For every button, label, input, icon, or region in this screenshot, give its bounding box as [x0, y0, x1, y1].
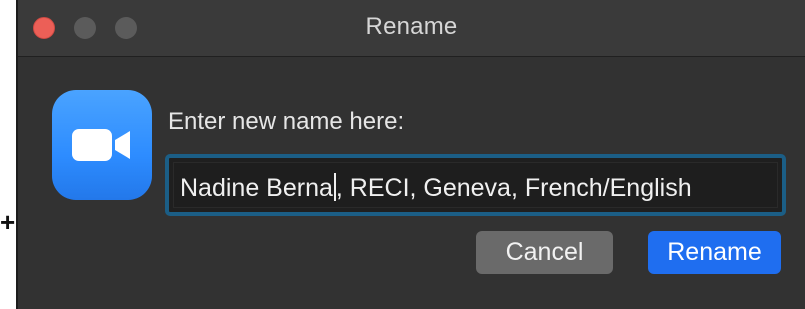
name-input-text-after-caret: , RECI, Geneva, French/English: [335, 174, 692, 202]
rename-button[interactable]: Rename: [648, 231, 781, 274]
crosshair-cursor-icon: +: [0, 207, 16, 237]
title-bar[interactable]: Rename: [18, 0, 805, 57]
cancel-button[interactable]: Cancel: [476, 231, 613, 274]
name-input-field[interactable]: Nadine Berna, RECI, Geneva, French/Engli…: [173, 162, 778, 208]
video-camera-icon: [72, 129, 130, 161]
rename-prompt-label: Enter new name here:: [168, 108, 405, 135]
name-input-text-before-caret: Nadine Berna: [180, 174, 333, 202]
rename-dialog: Rename Enter new name here: Nadine Berna…: [16, 0, 805, 309]
zoom-app-icon: [52, 90, 152, 200]
dialog-title: Rename: [365, 13, 458, 40]
screenshot-page: + Rename Enter new name here: Nadine Ber…: [0, 0, 805, 309]
name-field-focus-ring: Nadine Berna, RECI, Geneva, French/Engli…: [165, 154, 786, 216]
